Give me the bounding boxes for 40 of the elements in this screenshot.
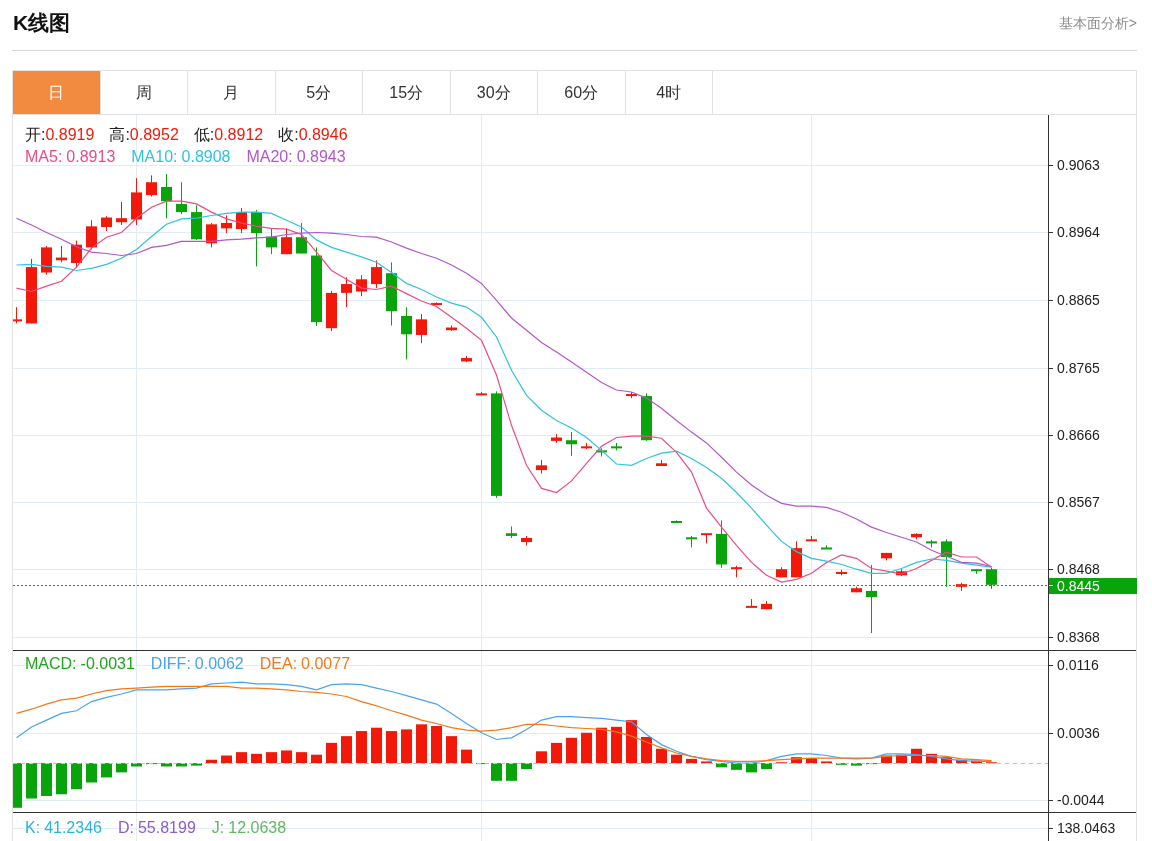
axis-label: 0.9063	[1057, 157, 1100, 174]
legend-label: MACD:	[25, 654, 77, 674]
legend-label: MA5:	[25, 147, 63, 167]
legend-label: MA20:	[246, 147, 293, 167]
legend-label: 开:	[25, 125, 46, 145]
legend-value: 0.8913	[66, 147, 116, 167]
legend-value: -0.0031	[80, 654, 135, 674]
legend-label: J:	[211, 818, 225, 838]
axis-label: 0.8567	[1057, 494, 1100, 510]
legend-label: D:	[117, 818, 134, 838]
legend-value: 12.0638	[228, 818, 287, 838]
legend-value: 0.8908	[181, 147, 231, 167]
legend-value: 0.8943	[296, 147, 346, 167]
axis-label: 0.8964	[1057, 224, 1100, 241]
legend-label: 低:	[193, 125, 215, 145]
legend-value: 55.8199	[137, 818, 196, 838]
legend-value: 0.0062	[194, 654, 244, 674]
axis-label: -0.0044	[1057, 792, 1105, 809]
legend-value: 0.8946	[298, 125, 348, 145]
axis-label: 0.0036	[1057, 724, 1100, 741]
legend-value: 0.0077	[301, 654, 351, 674]
page-title: K线图	[13, 10, 71, 37]
axis-label: 0.8666	[1057, 426, 1100, 443]
legend-value: 0.8912	[214, 125, 264, 145]
legend-value: 0.8919	[45, 125, 95, 145]
legend-label: DEA:	[259, 654, 298, 674]
ref-line-label: 0.8445	[1057, 577, 1101, 594]
legend-label: 高:	[109, 125, 130, 145]
legend-label: DIFF:	[150, 654, 191, 674]
axis-label: 0.8368	[1057, 629, 1100, 646]
axis-label: 0.8468	[1057, 561, 1100, 578]
legend-label: MA10:	[131, 147, 178, 167]
axis-label: 0.8865	[1057, 291, 1100, 308]
price-tag: 0.8445	[1048, 577, 1137, 594]
axis-label: 138.0463	[1057, 820, 1116, 836]
axis-label: 0.8765	[1057, 359, 1100, 376]
axis-label: 0.0116	[1057, 657, 1099, 674]
legend-value: 41.2346	[44, 818, 102, 838]
legend-label: 收:	[278, 125, 299, 145]
legend-label: K:	[25, 818, 41, 838]
